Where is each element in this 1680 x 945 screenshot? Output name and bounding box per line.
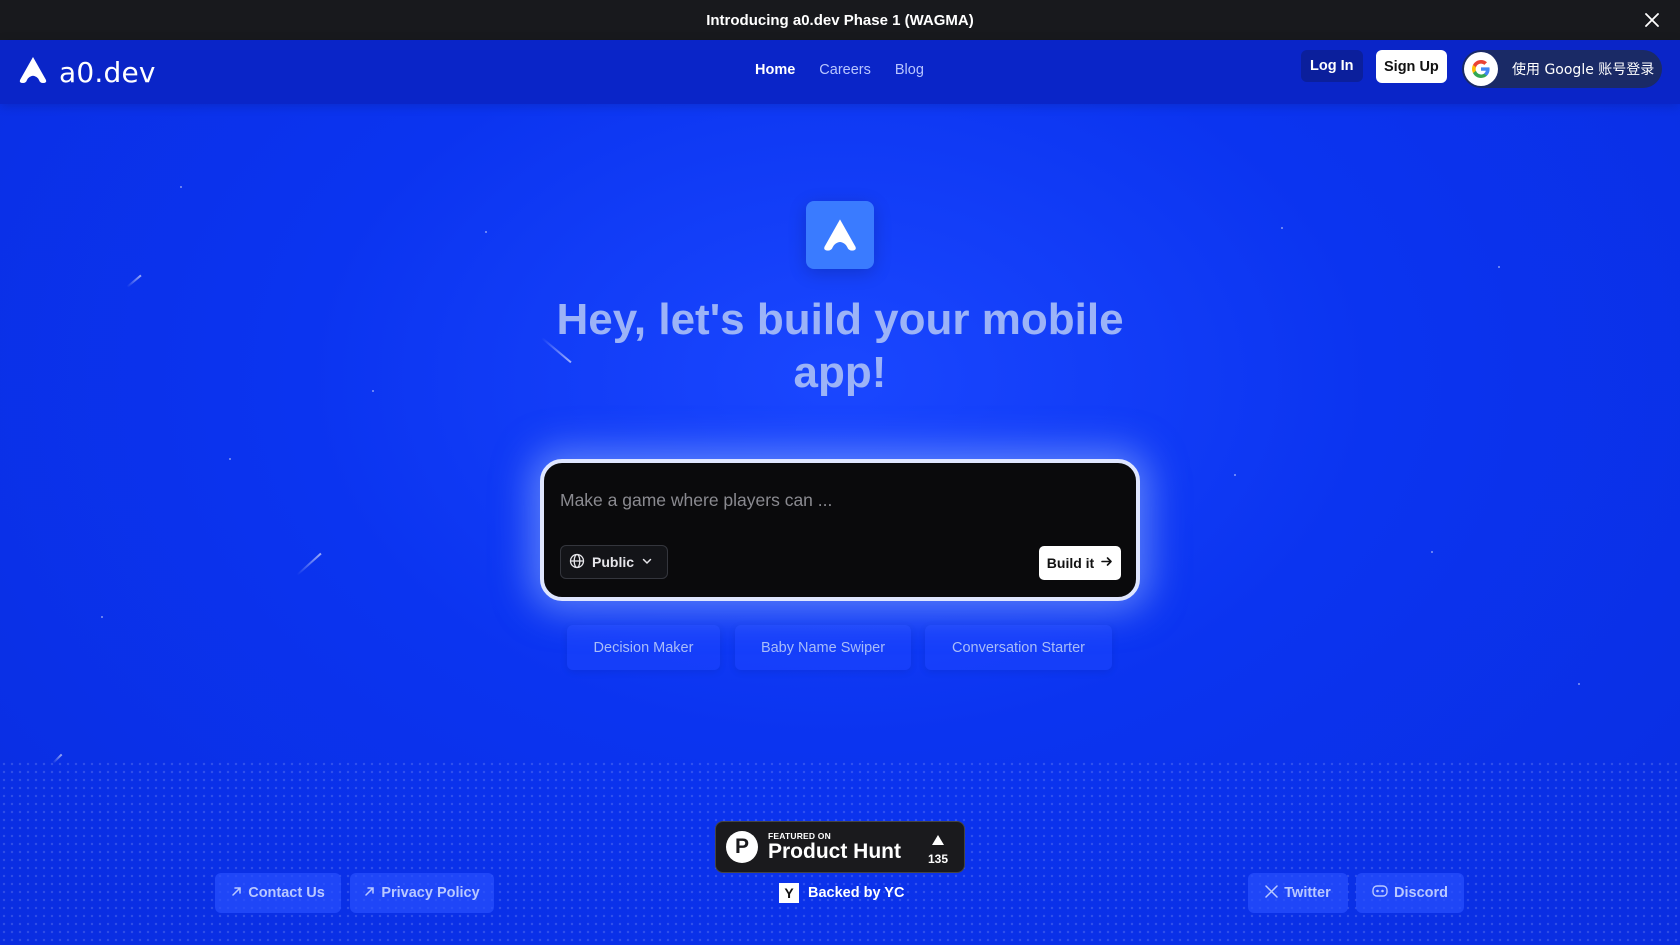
- star: [180, 186, 182, 188]
- google-signin-label: 使用 Google 账号登录: [1512, 62, 1655, 78]
- google-icon: [1464, 52, 1498, 86]
- google-signin-button[interactable]: 使用 Google 账号登录: [1462, 50, 1662, 88]
- upvote-count: 135: [927, 852, 948, 866]
- upvote-triangle-icon: [931, 832, 944, 850]
- nav-link-home[interactable]: Home: [755, 62, 795, 78]
- product-hunt-badge[interactable]: P FEATURED ON Product Hunt 135: [715, 821, 965, 873]
- app-logo-icon: [806, 201, 874, 269]
- login-button[interactable]: Log In: [1301, 50, 1363, 82]
- contact-us-label: Contact Us: [248, 885, 325, 901]
- hero-title: Hey, let's build your mobile app!: [556, 295, 1124, 397]
- product-hunt-logo-icon: P: [726, 831, 758, 863]
- build-button[interactable]: Build it: [1039, 546, 1121, 580]
- arrow-right-icon: [1100, 555, 1113, 571]
- star: [485, 231, 487, 233]
- visibility-value: Public: [592, 554, 635, 570]
- discord-label: Discord: [1394, 885, 1448, 901]
- nav-link-blog[interactable]: Blog: [895, 62, 924, 78]
- star: [1234, 474, 1236, 476]
- star: [1281, 227, 1283, 229]
- prompt-input[interactable]: [560, 485, 1120, 515]
- product-hunt-votes: 135: [928, 832, 948, 866]
- top-navigation: a0.dev Home Careers Blog Log In Sign Up …: [0, 40, 1680, 104]
- contact-us-button[interactable]: Contact Us: [215, 873, 341, 913]
- brand-name: a0.dev: [59, 56, 156, 89]
- prompt-box: Public Build it: [540, 459, 1140, 601]
- a0-logo-icon: [17, 55, 49, 90]
- nav-links: Home Careers Blog: [755, 62, 924, 78]
- arrow-up-right-icon: [231, 885, 242, 901]
- product-hunt-name: Product Hunt: [768, 840, 901, 863]
- star: [1578, 683, 1580, 685]
- privacy-policy-button[interactable]: Privacy Policy: [350, 873, 494, 913]
- discord-button[interactable]: Discord: [1356, 873, 1464, 913]
- backed-by-yc[interactable]: Y Backed by YC: [779, 883, 904, 903]
- close-icon[interactable]: [1642, 10, 1662, 30]
- visibility-dropdown[interactable]: Public: [560, 545, 668, 579]
- twitter-label: Twitter: [1284, 885, 1331, 901]
- suggestion-chip[interactable]: Decision Maker: [567, 625, 720, 670]
- star: [229, 458, 231, 460]
- x-logo-icon: [1265, 884, 1279, 902]
- discord-icon: [1372, 885, 1388, 901]
- star: [101, 616, 103, 618]
- arrow-up-right-icon: [364, 885, 375, 901]
- signup-button[interactable]: Sign Up: [1376, 50, 1447, 83]
- yc-logo-icon: Y: [779, 883, 799, 903]
- globe-icon: [569, 553, 585, 572]
- nav-link-careers[interactable]: Careers: [819, 62, 871, 78]
- privacy-policy-label: Privacy Policy: [381, 885, 480, 901]
- announcement-text[interactable]: Introducing a0.dev Phase 1 (WAGMA): [706, 12, 974, 29]
- star: [1498, 266, 1500, 268]
- star: [1431, 551, 1433, 553]
- twitter-button[interactable]: Twitter: [1248, 873, 1348, 913]
- build-button-label: Build it: [1046, 555, 1095, 571]
- announcement-bar: Introducing a0.dev Phase 1 (WAGMA): [0, 0, 1680, 40]
- suggestion-chip[interactable]: Baby Name Swiper: [735, 625, 911, 670]
- chevron-down-icon: [641, 554, 653, 570]
- star: [372, 390, 374, 392]
- brand-logo[interactable]: a0.dev: [17, 55, 156, 90]
- suggestion-chip[interactable]: Conversation Starter: [925, 625, 1112, 670]
- backed-by-label: Backed by YC: [808, 885, 905, 901]
